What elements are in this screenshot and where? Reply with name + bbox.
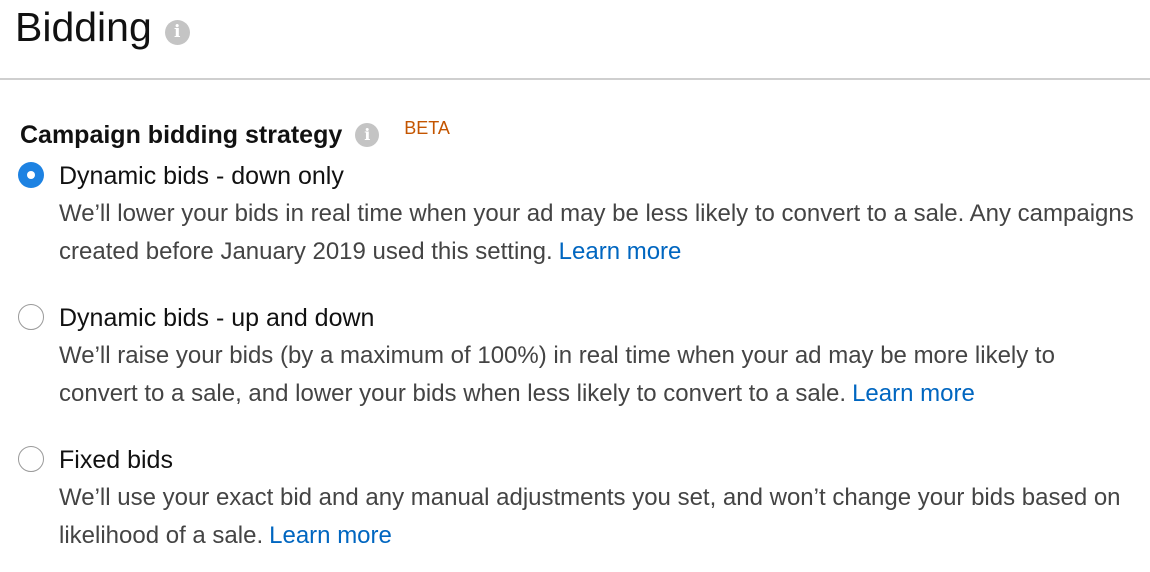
info-icon[interactable]: i [355,123,380,147]
option-description: We’ll use your exact bid and any manual … [59,479,1140,555]
option-description: We’ll lower your bids in real time when … [59,195,1140,271]
campaign-bidding-strategy-section: Campaign bidding strategy i BETA Dynamic… [18,115,1140,555]
learn-more-link[interactable]: Learn more [852,380,975,407]
option-dynamic-up-and-down: Dynamic bids - up and down We’ll raise y… [18,299,1140,413]
section-label: Campaign bidding strategy [20,121,343,149]
option-description-text: We’ll use your exact bid and any manual … [59,484,1121,549]
info-icon[interactable]: i [164,19,190,45]
learn-more-link[interactable]: Learn more [559,238,682,265]
option-label[interactable]: Dynamic bids - down only [59,157,1140,195]
option-label[interactable]: Dynamic bids - up and down [59,299,1140,337]
divider [0,78,1150,80]
option-label[interactable]: Fixed bids [59,441,1140,479]
option-description: We’ll raise your bids (by a maximum of 1… [59,337,1140,413]
option-fixed-bids: Fixed bids We’ll use your exact bid and … [18,441,1140,555]
header: Bidding i [15,2,190,52]
bidding-panel: Bidding i Campaign bidding strategy i BE… [0,0,1150,572]
beta-badge: BETA [404,118,450,138]
option-dynamic-down-only: Dynamic bids - down only We’ll lower you… [18,157,1140,271]
learn-more-link[interactable]: Learn more [269,522,392,549]
radio-fixed-bids[interactable] [18,446,44,472]
page-title: Bidding [15,4,152,50]
radio-dynamic-down-only[interactable] [18,162,44,188]
section-heading: Campaign bidding strategy i BETA [20,115,1140,155]
radio-dynamic-up-and-down[interactable] [18,304,44,330]
